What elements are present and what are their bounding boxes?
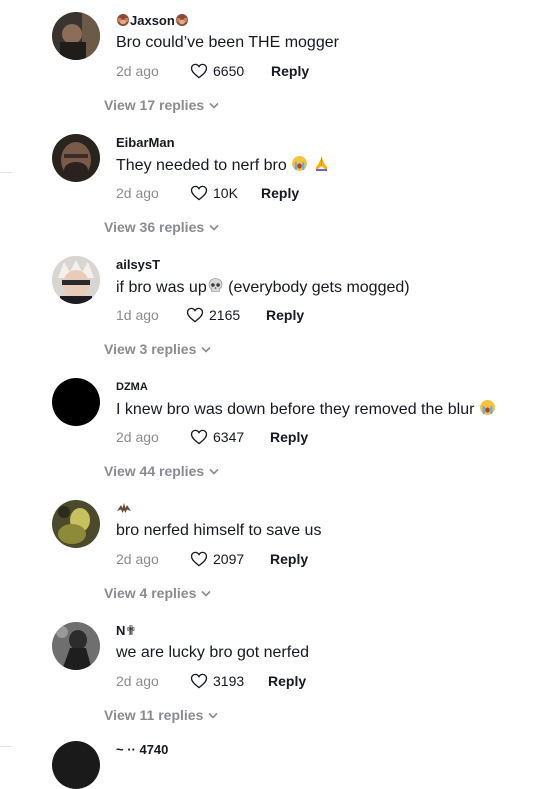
like-button[interactable]: 2097 <box>190 550 244 568</box>
heart-icon <box>190 185 208 201</box>
like-count: 2165 <box>209 307 241 323</box>
like-button[interactable]: 2165 <box>186 306 240 324</box>
like-count: 6347 <box>213 429 245 445</box>
view-replies-button[interactable]: View 4 replies <box>104 584 211 602</box>
reply-button[interactable]: Reply <box>268 672 306 690</box>
chevron-down-icon <box>201 346 211 353</box>
view-replies-button[interactable]: View 11 replies <box>104 706 218 724</box>
like-count: 6650 <box>213 63 245 79</box>
comment-date: 1d ago <box>116 307 159 323</box>
avatar[interactable] <box>52 134 100 182</box>
avatar[interactable] <box>52 12 100 60</box>
avatar[interactable] <box>52 378 100 426</box>
reply-button[interactable]: Reply <box>270 428 308 446</box>
avatar[interactable] <box>52 741 100 789</box>
bat-icon <box>116 501 132 519</box>
comment-text: if bro was up (everybody gets mogged) <box>116 277 410 300</box>
view-replies-button[interactable]: View 17 replies <box>104 96 219 114</box>
chevron-down-icon <box>209 224 219 231</box>
comment-text: Bro could’ve been THE mogger <box>116 34 339 51</box>
reply-button[interactable]: Reply <box>271 62 309 80</box>
like-count: 2097 <box>213 551 245 567</box>
comment-username[interactable]: ailsysT <box>116 257 160 273</box>
skull-icon <box>207 277 224 300</box>
praying-hands-icon <box>313 155 330 178</box>
like-button[interactable]: 3193 <box>190 672 244 690</box>
avatar[interactable] <box>52 256 100 304</box>
monkey-face-icon <box>175 13 189 31</box>
comment-item: bro nerfed himself to save us 2d ago 209… <box>0 488 560 610</box>
chevron-down-icon <box>208 712 218 719</box>
comment-text: I knew bro was down before they removed … <box>116 399 496 422</box>
comment-username[interactable]: N✟ <box>116 623 136 639</box>
heart-icon <box>190 63 208 79</box>
heart-icon <box>186 307 204 323</box>
comment-username[interactable]: DZMA <box>116 379 148 395</box>
comment-item: ailsysT if bro was up (everybody gets mo… <box>0 244 560 366</box>
comment-text: bro nerfed himself to save us <box>116 522 322 539</box>
avatar[interactable] <box>52 622 100 670</box>
comment-item: EibarMan They needed to nerf bro 2d ago … <box>0 122 560 244</box>
comment-text: we are lucky bro got nerfed <box>116 644 309 661</box>
comment-item: DZMA I knew bro was down before they rem… <box>0 366 560 488</box>
comment-date: 2d ago <box>116 185 159 201</box>
view-replies-button[interactable]: View 44 replies <box>104 462 219 480</box>
monkey-face-icon <box>116 13 130 31</box>
view-replies-button[interactable]: View 3 replies <box>104 340 211 358</box>
heart-icon <box>190 551 208 567</box>
comment-username[interactable]: EibarMan <box>116 135 175 151</box>
avatar[interactable] <box>52 500 100 548</box>
chevron-down-icon <box>209 468 219 475</box>
like-button[interactable]: 6650 <box>190 62 244 80</box>
comment-text: They needed to nerf bro <box>116 155 330 178</box>
crying-face-icon <box>479 399 496 422</box>
chevron-down-icon <box>201 590 211 597</box>
heart-icon <box>190 429 208 445</box>
comment-item: N✟ we are lucky bro got nerfed 2d ago 31… <box>0 610 560 732</box>
comment-username[interactable]: Jaxson <box>116 13 189 31</box>
like-button[interactable]: 6347 <box>190 428 244 446</box>
reply-button[interactable]: Reply <box>270 550 308 568</box>
comment-date: 2d ago <box>116 429 159 445</box>
like-count: 3193 <box>213 673 245 689</box>
heart-icon <box>190 673 208 689</box>
comment-date: 2d ago <box>116 673 159 689</box>
like-button[interactable]: 10K <box>190 184 238 202</box>
reply-button[interactable]: Reply <box>266 306 304 324</box>
divider <box>0 746 12 747</box>
view-replies-button[interactable]: View 36 replies <box>104 218 219 236</box>
crying-face-icon <box>291 155 308 178</box>
comment-date: 2d ago <box>116 63 159 79</box>
comment-date: 2d ago <box>116 551 159 567</box>
like-count: 10K <box>213 185 238 201</box>
comment-list: Jaxson Bro could’ve been THE mogger 2d a… <box>0 0 560 789</box>
comment-item: Jaxson Bro could’ve been THE mogger 2d a… <box>0 0 560 122</box>
comment-username[interactable]: ~ ·· 4740 <box>116 742 168 757</box>
reply-button[interactable]: Reply <box>261 184 299 202</box>
divider <box>0 172 12 173</box>
chevron-down-icon <box>209 102 219 109</box>
comment-username[interactable] <box>116 501 132 519</box>
